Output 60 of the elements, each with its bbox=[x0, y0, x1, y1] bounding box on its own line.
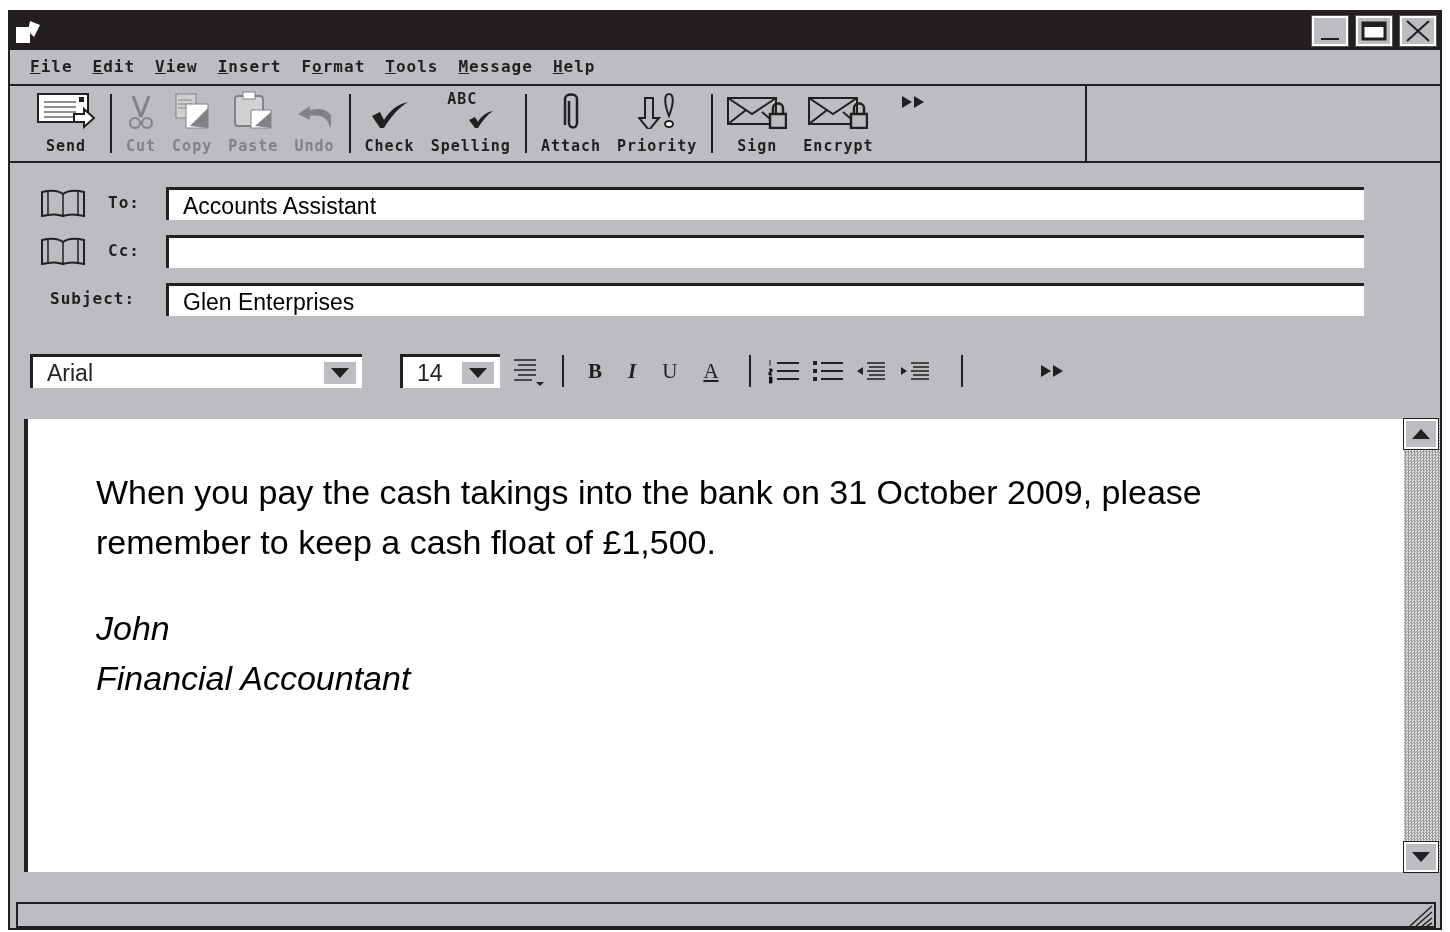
address-book-icon[interactable] bbox=[40, 188, 86, 219]
up-arrow-icon bbox=[1411, 428, 1431, 441]
maximize-button[interactable] bbox=[1356, 15, 1392, 46]
undo-icon bbox=[297, 105, 331, 129]
bold-button[interactable]: B bbox=[580, 355, 610, 388]
input-field[interactable]: Accounts Assistant bbox=[166, 186, 1364, 220]
envelope-lock-icon bbox=[727, 96, 788, 129]
signature-line: Financial Accountant bbox=[96, 658, 413, 700]
font-select[interactable]: Arial bbox=[30, 354, 362, 389]
toolbar-button[interactable]: Encrypt bbox=[795, 86, 882, 162]
font-color-button[interactable]: A bbox=[695, 355, 733, 388]
menu-item[interactable]: Help bbox=[552, 55, 596, 80]
scroll-down-button[interactable] bbox=[1404, 842, 1438, 873]
minimize-icon bbox=[1321, 37, 1339, 40]
menu-item[interactable]: Edit bbox=[92, 55, 136, 80]
menu-item[interactable]: Insert bbox=[217, 55, 282, 80]
close-icon bbox=[1405, 19, 1431, 42]
address-book-icon[interactable] bbox=[40, 236, 86, 267]
resize-grip-icon[interactable] bbox=[1408, 904, 1434, 926]
close-button[interactable] bbox=[1400, 15, 1436, 46]
signature-line: John bbox=[96, 608, 171, 650]
toolbar-button[interactable]: Send bbox=[28, 86, 104, 162]
menu-item[interactable]: Tools bbox=[385, 55, 439, 80]
message-text: When you pay the cash takings into the bank on 31 October 2009, please remember to keep a cash float of £1,500. bbox=[96, 472, 1203, 564]
field-label: Subject: bbox=[50, 288, 136, 311]
menu-item[interactable]: File bbox=[30, 55, 73, 80]
arrow-exclamation-icon bbox=[637, 92, 677, 129]
scrollbar[interactable] bbox=[1404, 419, 1440, 873]
minimize-button[interactable] bbox=[1312, 15, 1348, 46]
menu-item[interactable]: Format bbox=[301, 55, 366, 80]
envelope-arrow-icon bbox=[36, 91, 96, 129]
field-label: To: bbox=[108, 192, 140, 215]
input-field[interactable] bbox=[166, 234, 1364, 268]
down-arrow-icon bbox=[1411, 851, 1431, 864]
message-body[interactable]: When you pay the cash takings into the bank on 31 October 2009, please remember to keep a cash float of £1,500. John Financial Accountant bbox=[24, 419, 1404, 873]
checkmark-icon bbox=[469, 110, 495, 129]
maximize-icon bbox=[1361, 20, 1387, 41]
dropdown-arrow-icon[interactable] bbox=[468, 366, 488, 379]
menu-item[interactable]: View bbox=[155, 55, 198, 80]
toolbar-button[interactable]: Check bbox=[356, 86, 423, 162]
scissors-icon bbox=[129, 94, 154, 129]
envelope-lock-icon bbox=[808, 96, 869, 129]
numbered-list-icon[interactable] bbox=[766, 357, 801, 386]
size-select[interactable]: 14 bbox=[400, 354, 500, 389]
input-field[interactable]: Glen Enterprises bbox=[166, 282, 1364, 316]
field-label: Cc: bbox=[108, 240, 140, 263]
toolbar-button[interactable]: Sign bbox=[719, 86, 796, 162]
toolbar-button[interactable]: ABC Spelling bbox=[422, 86, 519, 162]
paperclip-icon bbox=[563, 92, 579, 129]
spelling-text: ABC bbox=[447, 90, 478, 109]
scroll-up-button[interactable] bbox=[1404, 419, 1438, 450]
italic-button[interactable]: I bbox=[620, 355, 645, 388]
copy-icon bbox=[175, 92, 210, 129]
clipboard-icon bbox=[234, 90, 273, 129]
toolbar-button[interactable]: Attach bbox=[532, 86, 610, 162]
checkmark-icon bbox=[371, 101, 408, 129]
dropdown-arrow-icon[interactable] bbox=[330, 366, 350, 379]
menu-item[interactable]: Message bbox=[458, 55, 533, 80]
underline-button[interactable]: U bbox=[654, 355, 686, 388]
toolbar-button[interactable]: Priority bbox=[609, 86, 706, 162]
